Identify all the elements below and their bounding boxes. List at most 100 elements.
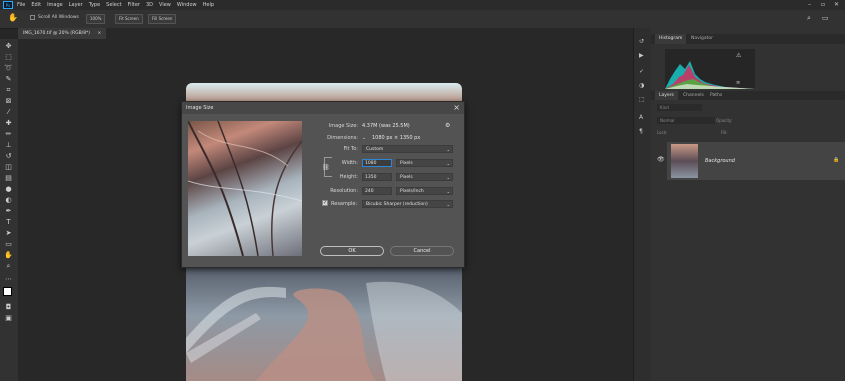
- type-tool-icon[interactable]: T: [4, 218, 13, 227]
- properties-panel-icon[interactable]: ✓: [639, 68, 644, 75]
- adjustments-panel-icon[interactable]: ◑: [639, 82, 644, 89]
- histogram-menu-icon[interactable]: ≡: [736, 80, 740, 86]
- fit-to-select[interactable]: Custom ⌄: [362, 145, 453, 153]
- histogram-plot: [665, 61, 755, 89]
- close-window-icon[interactable]: ✕: [834, 1, 839, 8]
- document-tab-bar: [18, 28, 633, 39]
- zoom-tool-icon[interactable]: ⌕: [4, 262, 13, 271]
- foreground-color-swatch[interactable]: [3, 287, 12, 296]
- menu-view[interactable]: View: [159, 2, 171, 8]
- image-size-value: 4.37M (was 25.5M): [362, 123, 410, 129]
- close-dialog-icon[interactable]: ×: [453, 103, 460, 112]
- image-size-label: Image Size:: [328, 123, 358, 129]
- screen-mode-icon[interactable]: ▣: [4, 314, 13, 323]
- character-panel-icon[interactable]: A: [639, 114, 643, 121]
- libraries-panel-icon[interactable]: ⬚: [639, 96, 645, 103]
- layer-lock-icon: 🔒: [833, 157, 840, 163]
- tab-paths[interactable]: Paths: [706, 91, 726, 100]
- resample-checkbox[interactable]: ✓: [322, 200, 328, 206]
- lasso-tool-icon[interactable]: ➰: [4, 64, 13, 73]
- menu-bar: Ps File Edit Image Layer Type Select Fil…: [0, 0, 845, 10]
- image-preview[interactable]: [188, 121, 302, 256]
- blur-tool-icon[interactable]: ●: [4, 185, 13, 194]
- rectangle-tool-icon[interactable]: ▭: [4, 240, 13, 249]
- clone-stamp-tool-icon[interactable]: ⊥: [4, 141, 13, 150]
- image-size-dialog: Image Size × Image Size: 4.37M (was 25.5…: [181, 101, 465, 268]
- document-tab[interactable]: IMG_1670.tif @ 20% (RGB/8*) ×: [18, 28, 107, 39]
- visibility-eye-icon[interactable]: 👁: [657, 156, 665, 163]
- tab-channels[interactable]: Channels: [679, 91, 708, 100]
- layer-filter-kind[interactable]: Kind: [657, 104, 702, 111]
- hand-tool-icon[interactable]: ✋: [4, 251, 13, 260]
- history-panel-icon[interactable]: ↺: [639, 38, 644, 45]
- options-bar: ✋ Scroll All Windows 100% Fit Screen Fil…: [0, 10, 845, 29]
- frame-tool-icon[interactable]: ⊠: [4, 97, 13, 106]
- histogram-graph: [665, 49, 755, 89]
- resample-method-select[interactable]: Bicubic Sharper (reduction) ⌄: [362, 200, 453, 208]
- paragraph-panel-icon[interactable]: ¶: [639, 128, 643, 135]
- menu-select[interactable]: Select: [106, 2, 121, 8]
- chevron-down-icon: ⌄: [446, 147, 450, 152]
- resolution-unit-select[interactable]: Pixels/Inch ⌄: [396, 187, 453, 195]
- eraser-tool-icon[interactable]: ◫: [4, 163, 13, 172]
- zoom-100-button[interactable]: 100%: [86, 14, 106, 24]
- marquee-tool-icon[interactable]: ⬚: [4, 53, 13, 62]
- height-unit-select[interactable]: Pixels ⌄: [396, 173, 453, 181]
- crop-tool-icon[interactable]: ⌗: [4, 86, 13, 95]
- fill-screen-button[interactable]: Fill Screen: [148, 14, 177, 24]
- lock-label: Lock:: [657, 130, 668, 135]
- menu-layer[interactable]: Layer: [69, 2, 83, 8]
- move-tool-icon[interactable]: ✥: [4, 42, 13, 51]
- menu-help[interactable]: Help: [203, 2, 214, 8]
- pen-tool-icon[interactable]: ✒: [4, 207, 13, 216]
- panel-icon-strip: ↺ ▶ ✓ ◑ ⬚ A ¶: [633, 28, 652, 381]
- ok-button[interactable]: OK: [320, 246, 384, 256]
- menu-3d[interactable]: 3D: [146, 2, 153, 8]
- actions-panel-icon[interactable]: ▶: [639, 52, 644, 59]
- resolution-label: Resolution:: [330, 188, 358, 194]
- height-input[interactable]: 1350: [362, 173, 392, 181]
- gradient-tool-icon[interactable]: ▤: [4, 174, 13, 183]
- close-tab-icon[interactable]: ×: [98, 31, 102, 36]
- minimize-icon[interactable]: –: [808, 1, 811, 8]
- dodge-tool-icon[interactable]: ◐: [4, 196, 13, 205]
- menu-filter[interactable]: Filter: [128, 2, 140, 8]
- menu-file[interactable]: File: [17, 2, 25, 8]
- tab-layers[interactable]: Layers: [655, 91, 678, 100]
- menu-window[interactable]: Window: [177, 2, 197, 8]
- resolution-input[interactable]: 240: [362, 187, 392, 195]
- search-icon[interactable]: ⌕: [807, 14, 811, 23]
- hand-tool-icon: ✋: [8, 13, 18, 22]
- tab-navigator[interactable]: Navigator: [687, 34, 717, 44]
- quick-select-tool-icon[interactable]: ✎: [4, 75, 13, 84]
- preview-trees-illustration: [188, 121, 302, 256]
- resample-method-value: Bicubic Sharper (reduction): [366, 202, 428, 207]
- dimensions-dropdown-icon[interactable]: ⌄: [362, 135, 366, 141]
- blend-mode-select[interactable]: Normal: [657, 117, 715, 124]
- eyedropper-tool-icon[interactable]: ⁄: [4, 108, 13, 117]
- edit-toolbar-icon[interactable]: ⋯: [4, 275, 13, 284]
- fit-to-label: Fit To:: [343, 146, 358, 152]
- menu-edit[interactable]: Edit: [31, 2, 41, 8]
- warning-icon[interactable]: ⚠: [736, 52, 741, 59]
- width-unit-select[interactable]: Pixels ⌄: [396, 159, 453, 167]
- quick-mask-icon[interactable]: ◘: [4, 303, 13, 312]
- brush-tool-icon[interactable]: ✏: [4, 130, 13, 139]
- fit-screen-button[interactable]: Fit Screen: [115, 14, 143, 24]
- menu-type[interactable]: Type: [89, 2, 100, 8]
- fill-label: Fill:: [721, 130, 728, 135]
- fit-to-value: Custom: [366, 147, 384, 152]
- width-input[interactable]: 1080: [362, 159, 392, 167]
- scroll-all-checkbox[interactable]: [30, 15, 35, 20]
- path-selection-tool-icon[interactable]: ➤: [4, 229, 13, 238]
- tab-histogram[interactable]: Histogram: [655, 34, 687, 44]
- workspace-icon[interactable]: ▭: [822, 14, 829, 22]
- healing-brush-tool-icon[interactable]: ✚: [4, 119, 13, 128]
- history-brush-tool-icon[interactable]: ↺: [4, 152, 13, 161]
- scroll-all-label: Scroll All Windows: [38, 15, 79, 20]
- restore-icon[interactable]: ▫: [821, 1, 825, 8]
- settings-gear-icon[interactable]: ⚙: [445, 122, 450, 129]
- menu-image[interactable]: Image: [47, 2, 63, 8]
- histogram-tabs: Histogram Navigator: [651, 34, 845, 44]
- cancel-button[interactable]: Cancel: [390, 246, 454, 256]
